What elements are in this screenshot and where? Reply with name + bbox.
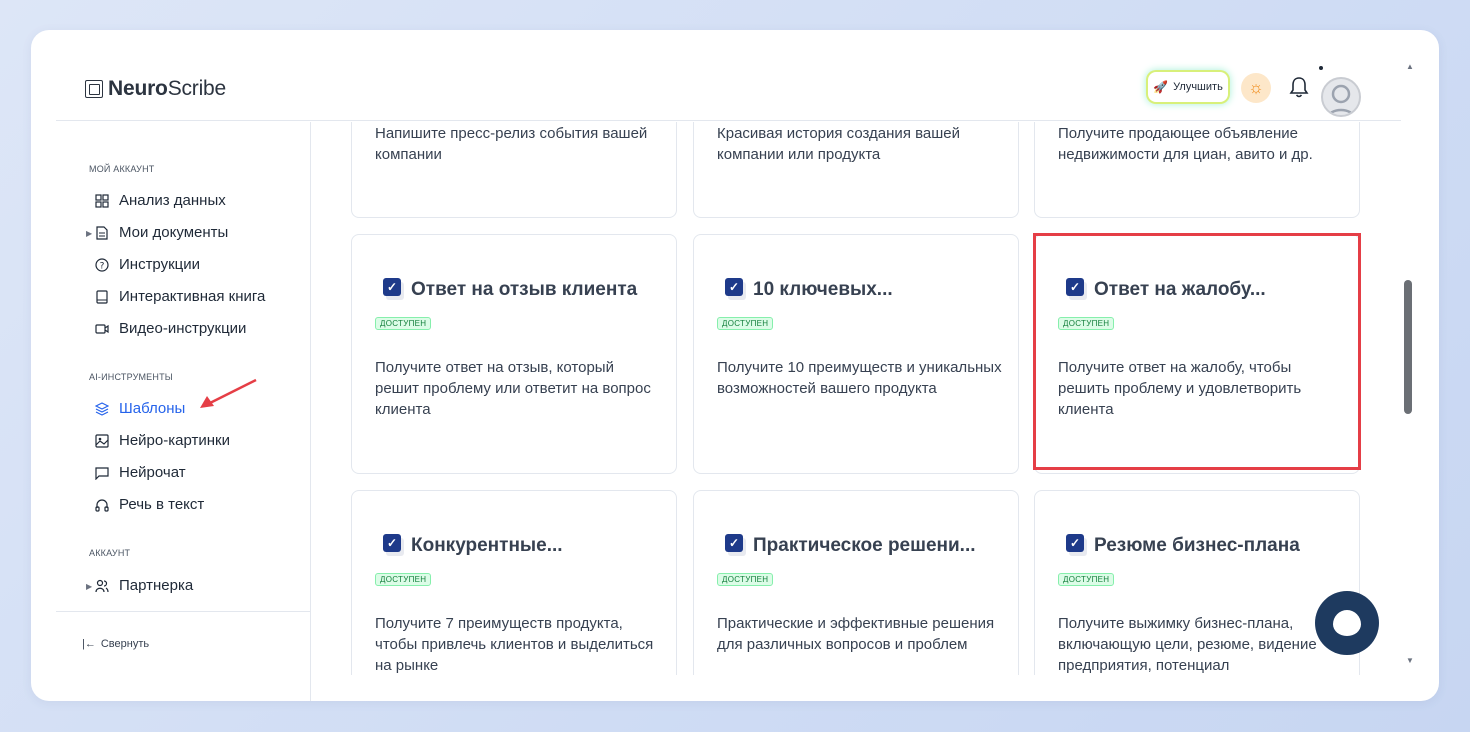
status-badge: доступен <box>717 317 774 330</box>
card-title: ✓ Ответ на жалобу... <box>1066 278 1266 302</box>
card-description: Получите 10 преимуществ и уникальных воз… <box>717 359 1002 397</box>
checkbox-icon: ✓ <box>725 278 747 302</box>
card-description: Получите ответ на отзыв, который решит п… <box>375 359 651 418</box>
card-description: Получите выжимку бизнес-плана, включающу… <box>1058 615 1317 674</box>
templates-grid: Напишите пресс-релиз события вашей компа… <box>312 122 1402 675</box>
checkbox-icon: ✓ <box>725 534 747 558</box>
sidebar-item-label: Анализ данных <box>119 192 226 209</box>
users-icon <box>95 579 109 592</box>
status-badge: доступен <box>1058 573 1115 586</box>
sidebar-item-label: Видео-инструкции <box>119 320 247 337</box>
caret-right-icon[interactable]: ▶ <box>86 582 92 591</box>
status-badge: доступен <box>1058 317 1115 330</box>
upgrade-button[interactable]: 🚀 Улучшить <box>1148 72 1228 102</box>
card-title: ✓ Конкурентные... <box>383 534 563 558</box>
sidebar-item-label: Нейро-картинки <box>119 432 230 449</box>
sidebar-item-interactive-book[interactable]: Интерактивная книга <box>95 288 265 305</box>
upgrade-label: Улучшить <box>1173 81 1223 93</box>
collapse-label: Свернуть <box>100 638 150 650</box>
section-label-my-account: МОЙ АККАУНТ <box>89 164 155 174</box>
sidebar-item-my-documents[interactable]: Мои документы <box>95 224 228 241</box>
sidebar-divider <box>56 611 311 612</box>
image-icon <box>95 433 109 448</box>
sidebar: МОЙ АККАУНТ Анализ данных ▶ Мои документ… <box>56 122 311 701</box>
checkbox-icon: ✓ <box>1066 278 1088 302</box>
logo[interactable]: NeuroScribe <box>85 77 226 101</box>
card-description: Получите ответ на жалобу, чтобы решить п… <box>1058 359 1302 418</box>
template-card[interactable]: ✓ 10 ключевых... доступен Получите 10 пр… <box>693 234 1019 474</box>
logo-text: NeuroScribe <box>108 77 227 100</box>
chat-bubble-icon <box>1333 610 1361 636</box>
app-window: NeuroScribe 🚀 Улучшить ☼ МОЙ АККАУНТ Ана… <box>31 30 1439 701</box>
caret-right-icon[interactable]: ▶ <box>86 229 92 238</box>
scroll-up-arrow-icon[interactable]: ▲ <box>1406 62 1414 71</box>
card-title: ✓ Резюме бизнес-плана <box>1066 534 1300 558</box>
sidebar-item-label: Интерактивная книга <box>119 288 266 305</box>
headphones-icon <box>95 498 109 512</box>
card-description: Практические и эффективные решения для р… <box>717 615 995 653</box>
status-badge: доступен <box>375 573 432 586</box>
checkbox-icon: ✓ <box>383 534 405 558</box>
sidebar-item-label: Партнерка <box>119 577 194 594</box>
template-card[interactable]: ✓ Практическое решени... доступен Практи… <box>693 490 1019 675</box>
card-description: Напишите пресс-релиз события вашей компа… <box>375 125 648 163</box>
sidebar-item-instructions[interactable]: ? Инструкции <box>95 256 200 273</box>
sun-icon: ☼ <box>1248 78 1264 97</box>
logo-icon <box>85 80 103 98</box>
scrollbar-thumb[interactable] <box>1404 280 1412 414</box>
template-card[interactable]: Напишите пресс-релиз события вашей компа… <box>351 122 677 218</box>
sidebar-item-label: Инструкции <box>119 256 201 273</box>
template-card[interactable]: ✓ Конкурентные... доступен Получите 7 пр… <box>351 490 677 675</box>
layers-icon <box>95 401 109 416</box>
sidebar-item-neurochat[interactable]: Нейрочат <box>95 464 186 481</box>
user-icon <box>1327 84 1355 115</box>
card-title: ✓ 10 ключевых... <box>725 278 893 302</box>
card-description: Получите продающее объявление недвижимос… <box>1058 125 1313 163</box>
file-icon <box>96 225 108 240</box>
card-description: Получите 7 преимуществ продукта, чтобы п… <box>375 615 654 674</box>
notification-dot <box>1319 66 1323 70</box>
checkbox-icon: ✓ <box>383 278 405 302</box>
card-description: Красивая история создания вашей компании… <box>717 125 961 163</box>
avatar[interactable] <box>1321 77 1361 117</box>
chat-widget-button[interactable] <box>1315 591 1379 655</box>
scroll-down-arrow-icon[interactable]: ▼ <box>1406 656 1414 665</box>
sidebar-item-partners[interactable]: Партнерка <box>95 577 193 594</box>
collapse-arrow-icon: |← <box>82 638 96 650</box>
sidebar-item-label: Шаблоны <box>119 400 186 417</box>
status-badge: доступен <box>717 573 774 586</box>
svg-text:?: ? <box>100 261 105 271</box>
section-label-account: АККАУНТ <box>89 548 131 558</box>
theme-toggle-button[interactable]: ☼ <box>1241 73 1271 103</box>
template-card[interactable]: ✓ Ответ на отзыв клиента доступен Получи… <box>351 234 677 474</box>
sidebar-item-label: Мои документы <box>119 224 229 241</box>
chat-icon <box>95 466 109 480</box>
template-card[interactable]: Получите продающее объявление недвижимос… <box>1034 122 1360 218</box>
template-card[interactable]: ✓ Резюме бизнес-плана доступен Получите … <box>1034 490 1360 675</box>
collapse-sidebar-button[interactable]: |← Свернуть <box>82 638 149 650</box>
template-card[interactable]: Красивая история создания вашей компании… <box>693 122 1019 218</box>
help-circle-icon: ? <box>95 257 109 272</box>
sidebar-item-templates[interactable]: Шаблоны <box>95 400 185 417</box>
sidebar-item-neuro-images[interactable]: Нейро-картинки <box>95 432 230 449</box>
sidebar-item-label: Нейрочат <box>119 464 186 481</box>
sidebar-item-video-instructions[interactable]: Видео-инструкции <box>95 320 246 337</box>
sidebar-item-label: Речь в текст <box>119 496 205 513</box>
section-label-ai-tools: AI-ИНСТРУМЕНТЫ <box>89 372 173 382</box>
header: NeuroScribe 🚀 Улучшить ☼ <box>56 55 1401 121</box>
sidebar-item-data-analysis[interactable]: Анализ данных <box>95 192 226 209</box>
card-title: ✓ Практическое решени... <box>725 534 976 558</box>
card-title: ✓ Ответ на отзыв клиента <box>383 278 637 302</box>
book-icon <box>96 289 108 304</box>
rocket-icon: 🚀 <box>1153 80 1169 94</box>
status-badge: доступен <box>375 317 432 330</box>
grid-icon <box>95 193 109 208</box>
red-arrow-annotation <box>200 378 257 408</box>
checkbox-icon: ✓ <box>1066 534 1088 558</box>
template-card[interactable]: ✓ Ответ на жалобу... доступен Получите о… <box>1034 234 1360 474</box>
video-icon <box>95 323 109 334</box>
sidebar-item-speech-to-text[interactable]: Речь в текст <box>95 496 204 513</box>
bell-icon[interactable] <box>1289 75 1309 99</box>
